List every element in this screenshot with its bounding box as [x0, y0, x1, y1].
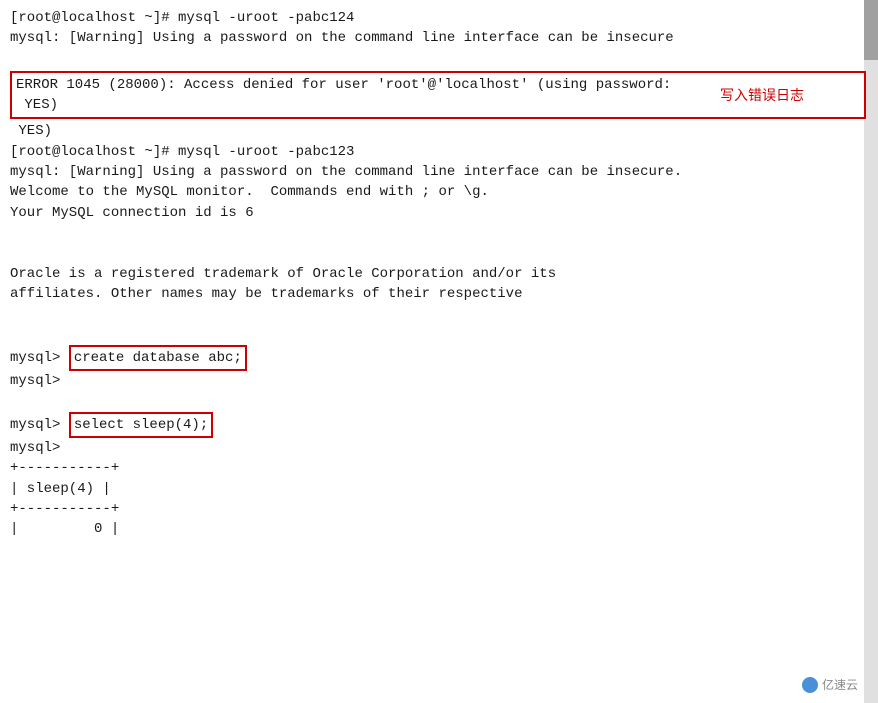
mysql-prompt-2: mysql> [10, 415, 69, 435]
watermark-text: 亿速云 [822, 676, 858, 693]
line-blank-5 [10, 324, 868, 344]
line-9: Your MySQL connection id is 6 [10, 203, 868, 223]
scrollbar[interactable] [864, 0, 878, 703]
line-2: mysql: [Warning] Using a password on the… [10, 28, 868, 48]
watermark-icon [802, 677, 818, 693]
line-5: YES) [10, 121, 868, 141]
table-border-3: | 0 | [10, 519, 868, 539]
error-annotation: 写入错误日志 [720, 85, 804, 105]
line-blank-3 [10, 243, 868, 263]
line-blank-4 [10, 304, 868, 324]
table-row: +-----------+ [10, 499, 868, 519]
line-1: [root@localhost ~]# mysql -uroot -pabc12… [10, 8, 868, 28]
line-15: affiliates. Other names may be trademark… [10, 284, 868, 304]
table-border-2: | sleep(4) | [10, 479, 868, 499]
scrollbar-thumb[interactable] [864, 0, 878, 60]
line-6: [root@localhost ~]# mysql -uroot -pabc12… [10, 142, 868, 162]
line-blank-2 [10, 223, 868, 243]
line-blank-6 [10, 391, 868, 411]
query-ok-line: mysql> [10, 371, 868, 391]
line-7: mysql: [Warning] Using a password on the… [10, 162, 868, 182]
watermark: 亿速云 [802, 676, 858, 693]
table-border-1: mysql> [10, 438, 868, 458]
mysql-cmd-line-1: mysql> create database abc; [10, 345, 868, 371]
line-14: Oracle is a registered trademark of Orac… [10, 264, 868, 284]
mysql-cmd-line-2: mysql> select sleep(4); [10, 412, 868, 438]
error-block: ERROR 1045 (28000): Access denied for us… [10, 71, 866, 120]
line-blank-1 [10, 49, 868, 69]
table-header: +-----------+ [10, 458, 868, 478]
select-sleep-cmd: select sleep(4); [69, 412, 213, 438]
create-db-cmd: create database abc; [69, 345, 247, 371]
mysql-prompt-1: mysql> [10, 348, 69, 368]
line-8: Welcome to the MySQL monitor. Commands e… [10, 182, 868, 202]
terminal-window: [root@localhost ~]# mysql -uroot -pabc12… [0, 0, 878, 703]
